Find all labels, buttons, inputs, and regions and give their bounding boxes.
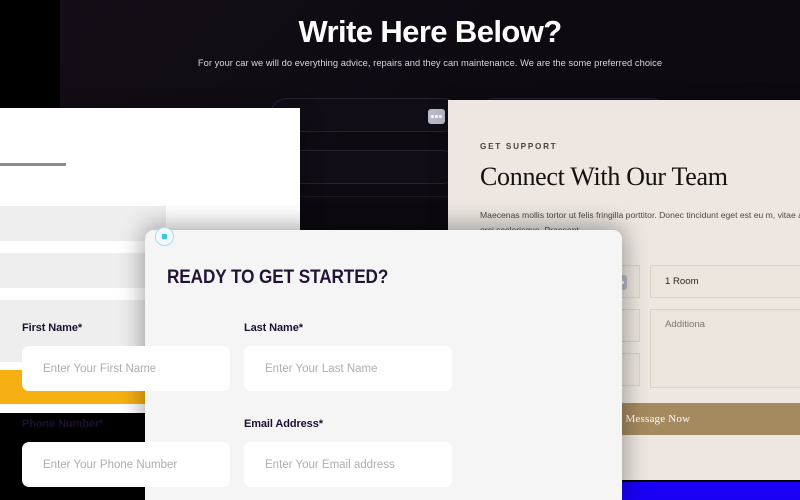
support-rooms-select[interactable]: 1 Room [650,265,800,298]
page-title: Write Here Below? [298,14,562,49]
last-name-placeholder: Enter Your Last Name [265,362,378,375]
first-name-label: First Name* [22,322,83,334]
three-dots-icon [428,109,445,124]
email-address-label: Email Address* [244,418,323,430]
selection-ring-marker[interactable] [155,227,174,246]
phone-number-placeholder: Enter Your Phone Number [43,458,178,471]
first-name-placeholder: Enter Your First Name [43,362,157,375]
email-address-input[interactable]: Enter Your Email address [244,442,452,487]
email-address-placeholder: Enter Your Email address [265,458,395,471]
support-eyebrow: GET SUPPORT [480,142,558,151]
modal-title: READY TO GET STARTED? [167,266,389,288]
page-subtitle: For your car we will do everything advic… [197,58,663,68]
support-additional-placeholder: Additiona [665,319,706,330]
support-rooms-value: 1 Room [665,276,699,287]
support-title: Connect With Our Team [480,162,728,191]
contact-name-input[interactable]: NAME [0,206,166,241]
last-name-input[interactable]: Enter Your Last Name [244,346,452,391]
selection-dot-icon [162,234,167,239]
contact-card-rule [0,163,66,166]
phone-number-label: Phone Number* [22,418,104,430]
first-name-input[interactable]: Enter Your First Name [22,346,230,391]
phone-number-input[interactable]: Enter Your Phone Number [22,442,230,487]
screenshot-stage: Write Here Below? For your car we will d… [0,0,800,500]
last-name-label: Last Name* [244,322,303,334]
contact-email-input[interactable]: EMAIL [0,253,166,288]
support-additional-notes[interactable]: Additiona [650,309,800,388]
